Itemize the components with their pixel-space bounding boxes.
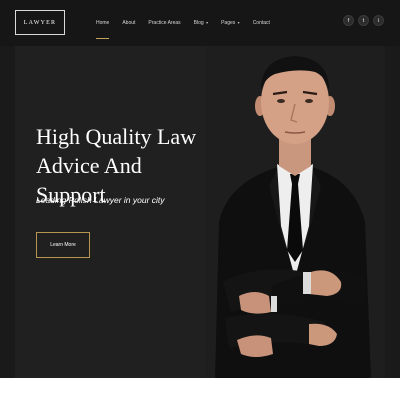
landing-page: LAWYER Home About Practice Areas Blog ▾ … (0, 0, 400, 400)
nav-item-blog[interactable]: Blog ▾ (194, 20, 208, 26)
hero-title-line-1: High Quality Law (36, 124, 197, 149)
nav-item-about[interactable]: About (122, 20, 135, 26)
page-bottom-band (0, 378, 400, 400)
main-nav: Home About Practice Areas Blog ▾ Pages ▾… (96, 0, 283, 46)
nav-item-label: Home (96, 20, 110, 26)
nav-item-label: Pages (221, 20, 236, 26)
nav-item-contact[interactable]: Contact (253, 20, 270, 26)
facebook-glyph: f (347, 17, 350, 24)
nav-item-label: Blog (193, 20, 204, 26)
site-header: LAWYER Home About Practice Areas Blog ▾ … (0, 0, 400, 46)
nav-item-label: Practice Areas (148, 20, 181, 26)
nav-item-home[interactable]: Home (96, 20, 110, 39)
chevron-down-icon: ▾ (237, 20, 240, 25)
nav-item-label: About (122, 20, 136, 26)
hero-subtitle: Leading Polish Lawyer in your city (36, 195, 165, 205)
chevron-down-icon: ▾ (206, 20, 209, 25)
lawyer-portrait (205, 46, 385, 378)
social-links: f t i (343, 15, 384, 26)
twitter-glyph: t (362, 17, 365, 24)
learn-more-label: Learn More (50, 242, 76, 248)
twitter-icon[interactable]: t (358, 15, 369, 26)
hero-banner: High Quality Law Advice And Support Lead… (15, 46, 385, 378)
site-logo[interactable]: LAWYER (15, 10, 65, 35)
nav-item-practice-areas[interactable]: Practice Areas (148, 20, 180, 26)
instagram-icon[interactable]: i (373, 15, 384, 26)
instagram-glyph: i (377, 17, 380, 24)
nav-item-pages[interactable]: Pages ▾ (221, 20, 240, 26)
logo-text: LAWYER (23, 19, 57, 26)
facebook-icon[interactable]: f (343, 15, 354, 26)
learn-more-button[interactable]: Learn More (36, 232, 90, 258)
nav-item-label: Contact (252, 20, 270, 26)
